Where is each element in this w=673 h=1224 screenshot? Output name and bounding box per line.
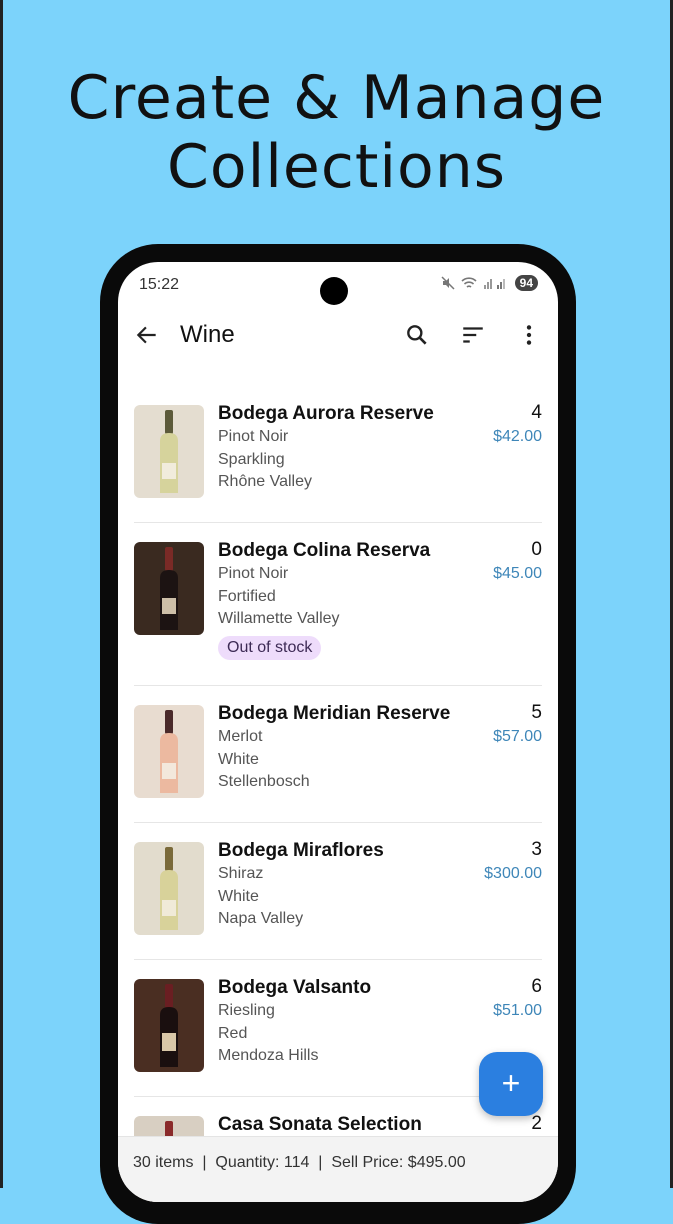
item-grape: Pinot Noir (218, 428, 289, 445)
wine-thumbnail (134, 979, 204, 1072)
camera-cutout (320, 277, 348, 305)
item-quantity: 3 (531, 839, 542, 860)
bottle-icon (160, 710, 178, 793)
add-item-button[interactable]: + (479, 1052, 543, 1116)
item-price: $51.00 (493, 1002, 542, 1019)
item-info: Bodega Miraflores Shiraz White Napa Vall… (218, 839, 384, 931)
item-region: Napa Valley (218, 910, 304, 927)
item-style: White (218, 887, 259, 905)
promo-headline: Create & Manage Collections (0, 64, 673, 202)
item-name: Casa Sonata Selection (218, 1114, 422, 1135)
page-title: Wine (180, 321, 235, 348)
headline-line-1: Create & Manage (67, 63, 606, 133)
status-icons: 94 (441, 275, 538, 291)
item-quantity: 2 (531, 1113, 542, 1134)
bottle-icon (160, 847, 178, 930)
item-price: $45.00 (493, 565, 542, 582)
item-quantity: 6 (531, 976, 542, 997)
summary-footer: 30 items | Quantity: 114 | Sell Price: $… (118, 1136, 558, 1202)
wine-thumbnail (134, 705, 204, 798)
item-info: Bodega Aurora Reserve Pinot Noir Sparkli… (218, 402, 434, 494)
wine-thumbnail (134, 842, 204, 935)
item-price: $42.00 (493, 428, 542, 445)
item-price: $300.00 (484, 865, 542, 882)
phone-screen: 15:22 94 Wine Bodega Aurora Reserve Pino… (118, 262, 558, 1202)
list-item[interactable]: Bodega Meridian Reserve Merlot White Ste… (134, 686, 542, 823)
item-style: Sparkling (218, 450, 285, 468)
item-region: Stellenbosch (218, 773, 310, 790)
status-badge: Out of stock (218, 635, 322, 660)
summary-text: 30 items | Quantity: 114 | Sell Price: $… (133, 1154, 466, 1171)
item-name: Bodega Valsanto (218, 977, 372, 998)
plus-icon: + (501, 1065, 521, 1101)
item-name: Bodega Aurora Reserve (218, 403, 434, 424)
item-region: Rhône Valley (218, 473, 312, 490)
bottle-icon (160, 410, 178, 493)
item-grape: Pinot Noir (218, 565, 289, 582)
back-arrow-icon[interactable] (134, 322, 160, 348)
list-item[interactable]: Bodega Colina Reserva Pinot Noir Fortifi… (134, 523, 542, 686)
status-time: 15:22 (139, 276, 180, 293)
wine-thumbnail (134, 405, 204, 498)
item-info: Bodega Meridian Reserve Merlot White Ste… (218, 702, 450, 794)
item-info: Bodega Colina Reserva Pinot Noir Fortifi… (218, 539, 430, 660)
item-style: Fortified (218, 587, 276, 605)
item-style: Red (218, 1024, 248, 1042)
sort-icon[interactable] (460, 322, 486, 348)
wifi-icon (461, 276, 477, 288)
list-item[interactable]: Bodega Miraflores Shiraz White Napa Vall… (134, 823, 542, 960)
item-grape: Shiraz (218, 865, 264, 882)
item-info: Casa Sonata Selection (218, 1113, 422, 1137)
item-price: $57.00 (493, 728, 542, 745)
item-name: Bodega Colina Reserva (218, 540, 431, 561)
mute-icon (441, 276, 455, 290)
bottle-icon (160, 547, 178, 630)
item-info: Bodega Valsanto Riesling Red Mendoza Hil… (218, 976, 371, 1068)
headline-line-2: Collections (166, 132, 507, 202)
item-name: Bodega Miraflores (218, 840, 384, 861)
more-vert-icon[interactable] (516, 322, 542, 348)
item-style: White (218, 750, 259, 768)
item-region: Mendoza Hills (218, 1047, 319, 1064)
list-item[interactable]: Bodega Aurora Reserve Pinot Noir Sparkli… (134, 386, 542, 523)
app-bar: Wine (118, 310, 558, 360)
item-grape: Merlot (218, 728, 263, 745)
bottle-icon (160, 984, 178, 1067)
item-quantity: 4 (531, 402, 542, 423)
item-grape: Riesling (218, 1002, 275, 1019)
item-name: Bodega Meridian Reserve (218, 703, 451, 724)
search-icon[interactable] (404, 322, 430, 348)
wine-thumbnail (134, 542, 204, 635)
item-quantity: 0 (531, 539, 542, 560)
item-region: Willamette Valley (218, 610, 340, 627)
item-quantity: 5 (531, 702, 542, 723)
battery-level: 94 (514, 275, 538, 291)
signal-icon (483, 278, 505, 289)
